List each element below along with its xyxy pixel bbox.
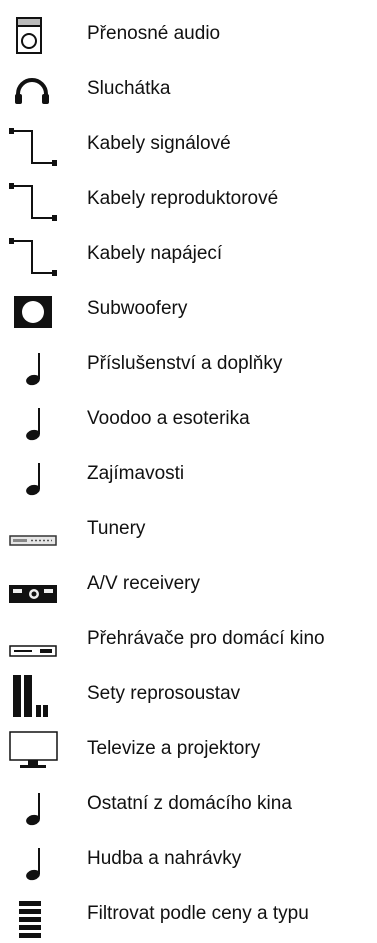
cable-icon [6, 178, 58, 222]
menu-item-subwoofery[interactable]: Subwoofery [0, 283, 377, 333]
menu-item-filtrovat[interactable]: Filtrovat podle ceny a typu [0, 888, 377, 938]
menu-item-label: Zajímavosti [87, 463, 185, 484]
menu-item-prehravace[interactable]: Přehrávače pro domácí kino [0, 613, 377, 663]
menu-item-label: Kabely signálové [87, 133, 231, 154]
menu-item-label: Sety reprosoustav [87, 683, 241, 704]
menu-item-label: Tunery [87, 518, 146, 539]
menu-item-prenosne-audio[interactable]: Přenosné audio [0, 8, 377, 58]
tuner-icon [6, 508, 58, 552]
menu-item-label: Televize a projektory [87, 738, 261, 759]
menu-item-label: Kabely napájecí [87, 243, 223, 264]
menu-item-sluchatka[interactable]: Sluchátka [0, 63, 377, 113]
cable-icon [6, 123, 58, 167]
menu-item-label: Přenosné audio [87, 23, 221, 44]
portable-speaker-icon [6, 13, 58, 57]
disc-player-icon [6, 618, 58, 662]
menu-item-label: A/V receivery [87, 573, 200, 594]
cable-icon [6, 233, 58, 277]
menu-item-tunery[interactable]: Tunery [0, 503, 377, 553]
menu-item-av-receivery[interactable]: A/V receivery [0, 558, 377, 608]
av-receiver-icon [6, 563, 58, 607]
menu-item-label: Kabely reproduktorové [87, 188, 279, 209]
menu-item-label: Sluchátka [87, 78, 171, 99]
menu-item-ostatni-domaci-kino[interactable]: Ostatní z domácího kina [0, 778, 377, 828]
music-note-icon [6, 398, 58, 442]
menu-item-kabely-signalove[interactable]: Kabely signálové [0, 118, 377, 168]
menu-item-zajimavosti[interactable]: Zajímavosti [0, 448, 377, 498]
music-note-icon [6, 343, 58, 387]
menu-item-hudba[interactable]: Hudba a nahrávky [0, 833, 377, 883]
menu-item-label: Filtrovat podle ceny a typu [87, 903, 309, 924]
speaker-set-icon [6, 673, 58, 717]
menu-item-sety-reprosoustav[interactable]: Sety reprosoustav [0, 668, 377, 718]
menu-item-label: Subwoofery [87, 298, 188, 319]
music-note-icon [6, 838, 58, 882]
menu-item-label: Přehrávače pro domácí kino [87, 628, 325, 649]
menu-item-voodoo[interactable]: Voodoo a esoterika [0, 393, 377, 443]
menu-item-label: Ostatní z domácího kina [87, 793, 292, 814]
filter-list-icon [6, 893, 58, 938]
menu-item-label: Hudba a nahrávky [87, 848, 242, 869]
tv-icon [6, 728, 58, 772]
menu-item-label: Voodoo a esoterika [87, 408, 250, 429]
music-note-icon [6, 783, 58, 827]
menu-item-televize[interactable]: Televize a projektory [0, 723, 377, 773]
headphones-icon [6, 68, 58, 112]
menu-item-kabely-napajeci[interactable]: Kabely napájecí [0, 228, 377, 278]
menu-item-kabely-reproduktorove[interactable]: Kabely reproduktorové [0, 173, 377, 223]
menu-item-label: Příslušenství a doplňky [87, 353, 283, 374]
menu-item-prislusenstvi[interactable]: Příslušenství a doplňky [0, 338, 377, 388]
music-note-icon [6, 453, 58, 497]
subwoofer-icon [6, 288, 58, 332]
